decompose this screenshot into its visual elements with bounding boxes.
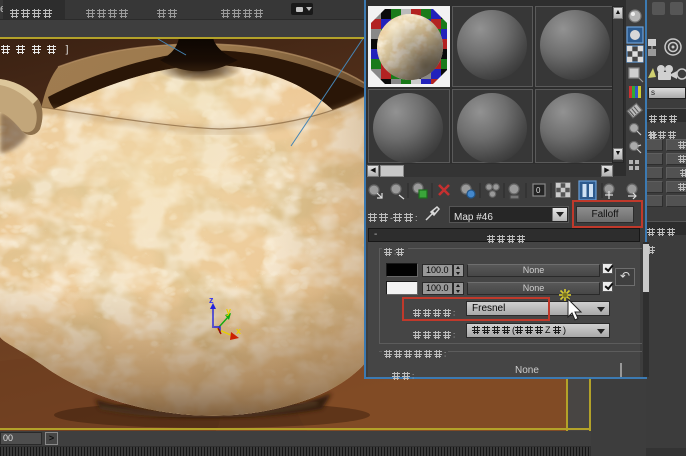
svg-text:y: y	[226, 306, 231, 316]
svg-text:x: x	[236, 326, 241, 336]
svg-text:0: 0	[536, 186, 541, 195]
svg-text:z: z	[209, 295, 214, 305]
